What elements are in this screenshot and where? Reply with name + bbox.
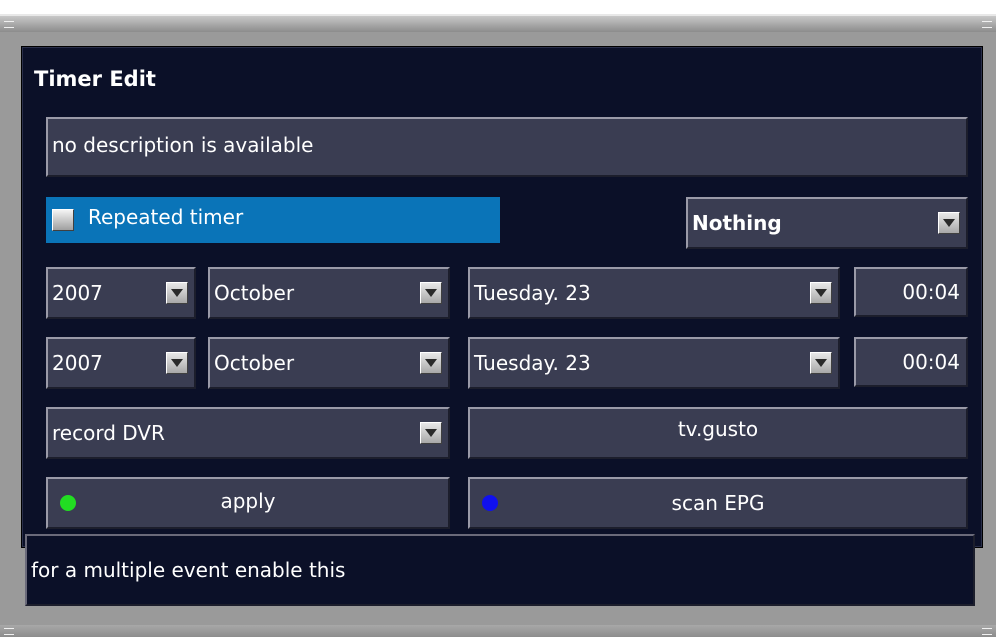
start-year-value: 2007: [52, 281, 103, 305]
repeated-timer-label: Repeated timer: [88, 205, 244, 229]
end-year-value: 2007: [52, 351, 103, 375]
status-bar: for a multiple event enable this: [25, 534, 975, 606]
scan-epg-button[interactable]: scan EPG: [468, 477, 968, 529]
apply-button[interactable]: apply: [46, 477, 450, 529]
start-month-select[interactable]: October: [208, 267, 450, 319]
start-day-select[interactable]: Tuesday. 23: [468, 267, 840, 319]
chevron-down-icon[interactable]: [420, 422, 442, 444]
start-time-value: 00:04: [902, 280, 960, 304]
repeated-timer-checkbox[interactable]: [52, 209, 74, 231]
chevron-down-icon[interactable]: [938, 212, 960, 234]
dialog-title: Timer Edit: [34, 67, 156, 91]
frame-grip-left: [4, 628, 14, 635]
action-value: record DVR: [52, 421, 165, 445]
chevron-down-icon[interactable]: [420, 352, 442, 374]
chevron-down-icon[interactable]: [166, 352, 188, 374]
after-event-select[interactable]: Nothing: [686, 197, 968, 249]
channel-label: tv.gusto: [677, 417, 759, 441]
repeated-timer-row[interactable]: Repeated timer: [46, 197, 500, 243]
end-month-select[interactable]: October: [208, 337, 450, 389]
chevron-down-icon[interactable]: [166, 282, 188, 304]
frame-grip-left: [4, 21, 14, 28]
end-time-field[interactable]: 00:04: [854, 337, 968, 387]
frame-top-bar: [0, 16, 996, 32]
end-month-value: October: [214, 351, 295, 375]
start-year-select[interactable]: 2007: [46, 267, 196, 319]
timer-edit-dialog: Timer Edit no description is available R…: [21, 46, 983, 548]
end-year-select[interactable]: 2007: [46, 337, 196, 389]
description-field[interactable]: no description is available: [46, 117, 968, 177]
frame-bottom-bar: [0, 625, 996, 637]
description-text: no description is available: [52, 133, 314, 157]
action-select[interactable]: record DVR: [46, 407, 450, 459]
end-day-value: Tuesday. 23: [474, 351, 591, 375]
chevron-down-icon[interactable]: [420, 282, 442, 304]
start-day-value: Tuesday. 23: [474, 281, 591, 305]
end-time-value: 00:04: [902, 350, 960, 374]
status-text: for a multiple event enable this: [31, 558, 346, 582]
channel-button[interactable]: tv.gusto: [468, 407, 968, 459]
frame-grip-right: [982, 628, 992, 635]
after-event-value: Nothing: [692, 211, 782, 235]
chevron-down-icon[interactable]: [810, 282, 832, 304]
chevron-down-icon[interactable]: [810, 352, 832, 374]
start-time-field[interactable]: 00:04: [854, 267, 968, 317]
apply-label: apply: [220, 489, 276, 513]
window-frame: Timer Edit no description is available R…: [0, 14, 996, 637]
scan-epg-label: scan EPG: [671, 491, 765, 515]
start-month-value: October: [214, 281, 295, 305]
frame-grip-right: [982, 21, 992, 28]
end-day-select[interactable]: Tuesday. 23: [468, 337, 840, 389]
